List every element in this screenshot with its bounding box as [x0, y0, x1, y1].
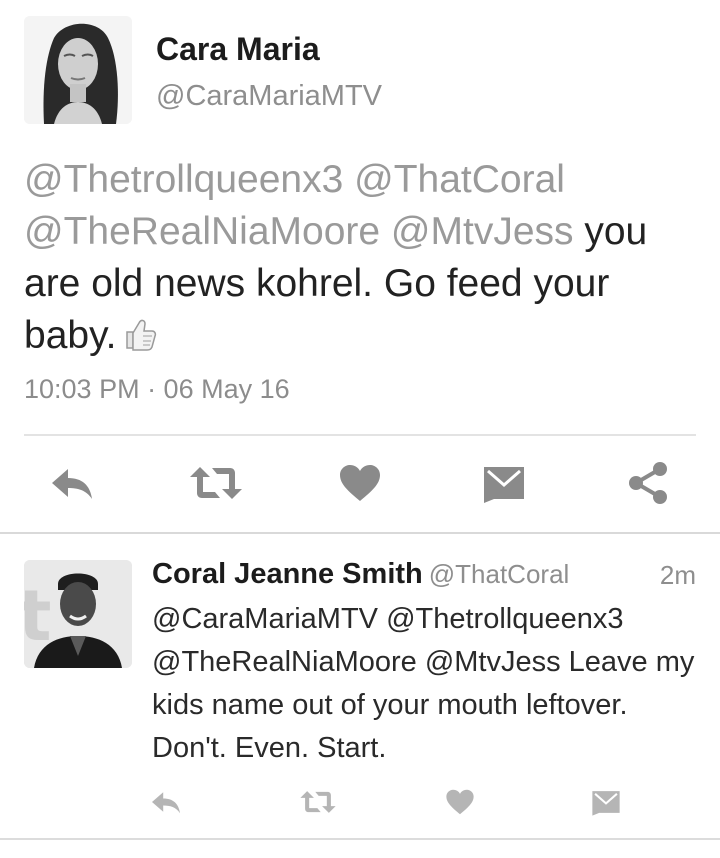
- share-button[interactable]: [618, 455, 678, 515]
- thumbs-up-icon: [119, 314, 159, 368]
- reply-tweet[interactable]: t Coral Jeanne Smith @ThatCoral 2m @CaraM…: [0, 534, 720, 858]
- message-icon: [482, 463, 526, 508]
- bottom-divider: [0, 838, 720, 840]
- retweet-icon: [299, 788, 337, 821]
- reply-action-bar: [0, 782, 720, 826]
- divider: [24, 434, 696, 436]
- reply-author-name[interactable]: Coral Jeanne Smith: [152, 558, 423, 590]
- reply-avatar[interactable]: t: [24, 560, 132, 668]
- reply-author-handle[interactable]: @ThatCoral: [429, 559, 570, 589]
- mention-link[interactable]: @TheRealNiaMoore: [24, 210, 391, 253]
- mention-link[interactable]: @MtvJess: [391, 210, 574, 253]
- mention-link[interactable]: @ThatCoral: [354, 158, 565, 201]
- direct-message-button[interactable]: [474, 455, 534, 515]
- reply-button[interactable]: [42, 455, 102, 515]
- avatar[interactable]: [24, 16, 132, 124]
- like-icon: [445, 788, 475, 821]
- like-icon: [338, 463, 382, 508]
- share-icon: [626, 461, 670, 510]
- tweet-text: @Thetrollqueenx3 @ThatCoral @TheRealNiaM…: [24, 154, 696, 368]
- action-bar: [0, 455, 720, 515]
- reply-reply-button[interactable]: [144, 782, 188, 826]
- reply-message-button[interactable]: [584, 782, 628, 826]
- reply-like-button[interactable]: [438, 782, 482, 826]
- message-icon: [591, 788, 621, 821]
- reply-time: 2m: [659, 560, 696, 590]
- author-handle[interactable]: @CaraMariaMTV: [156, 80, 382, 113]
- reply-icon: [149, 788, 183, 821]
- timestamp: 10:03 PM · 06 May 16: [24, 374, 290, 404]
- reply-icon: [48, 463, 96, 508]
- like-button[interactable]: [330, 455, 390, 515]
- main-tweet: Cara Maria @CaraMariaMTV @Thetrollqueenx…: [0, 0, 720, 533]
- retweet-button[interactable]: [186, 455, 246, 515]
- retweet-icon: [188, 463, 244, 508]
- mention-link[interactable]: @Thetrollqueenx3: [24, 158, 354, 201]
- author-name[interactable]: Cara Maria: [156, 31, 320, 68]
- svg-text:t: t: [24, 575, 51, 657]
- reply-header: Coral Jeanne Smith @ThatCoral 2m: [152, 558, 696, 598]
- reply-text: @CaraMariaMTV @Thetrollqueenx3 @TheRealN…: [152, 603, 695, 764]
- reply-retweet-button[interactable]: [296, 782, 340, 826]
